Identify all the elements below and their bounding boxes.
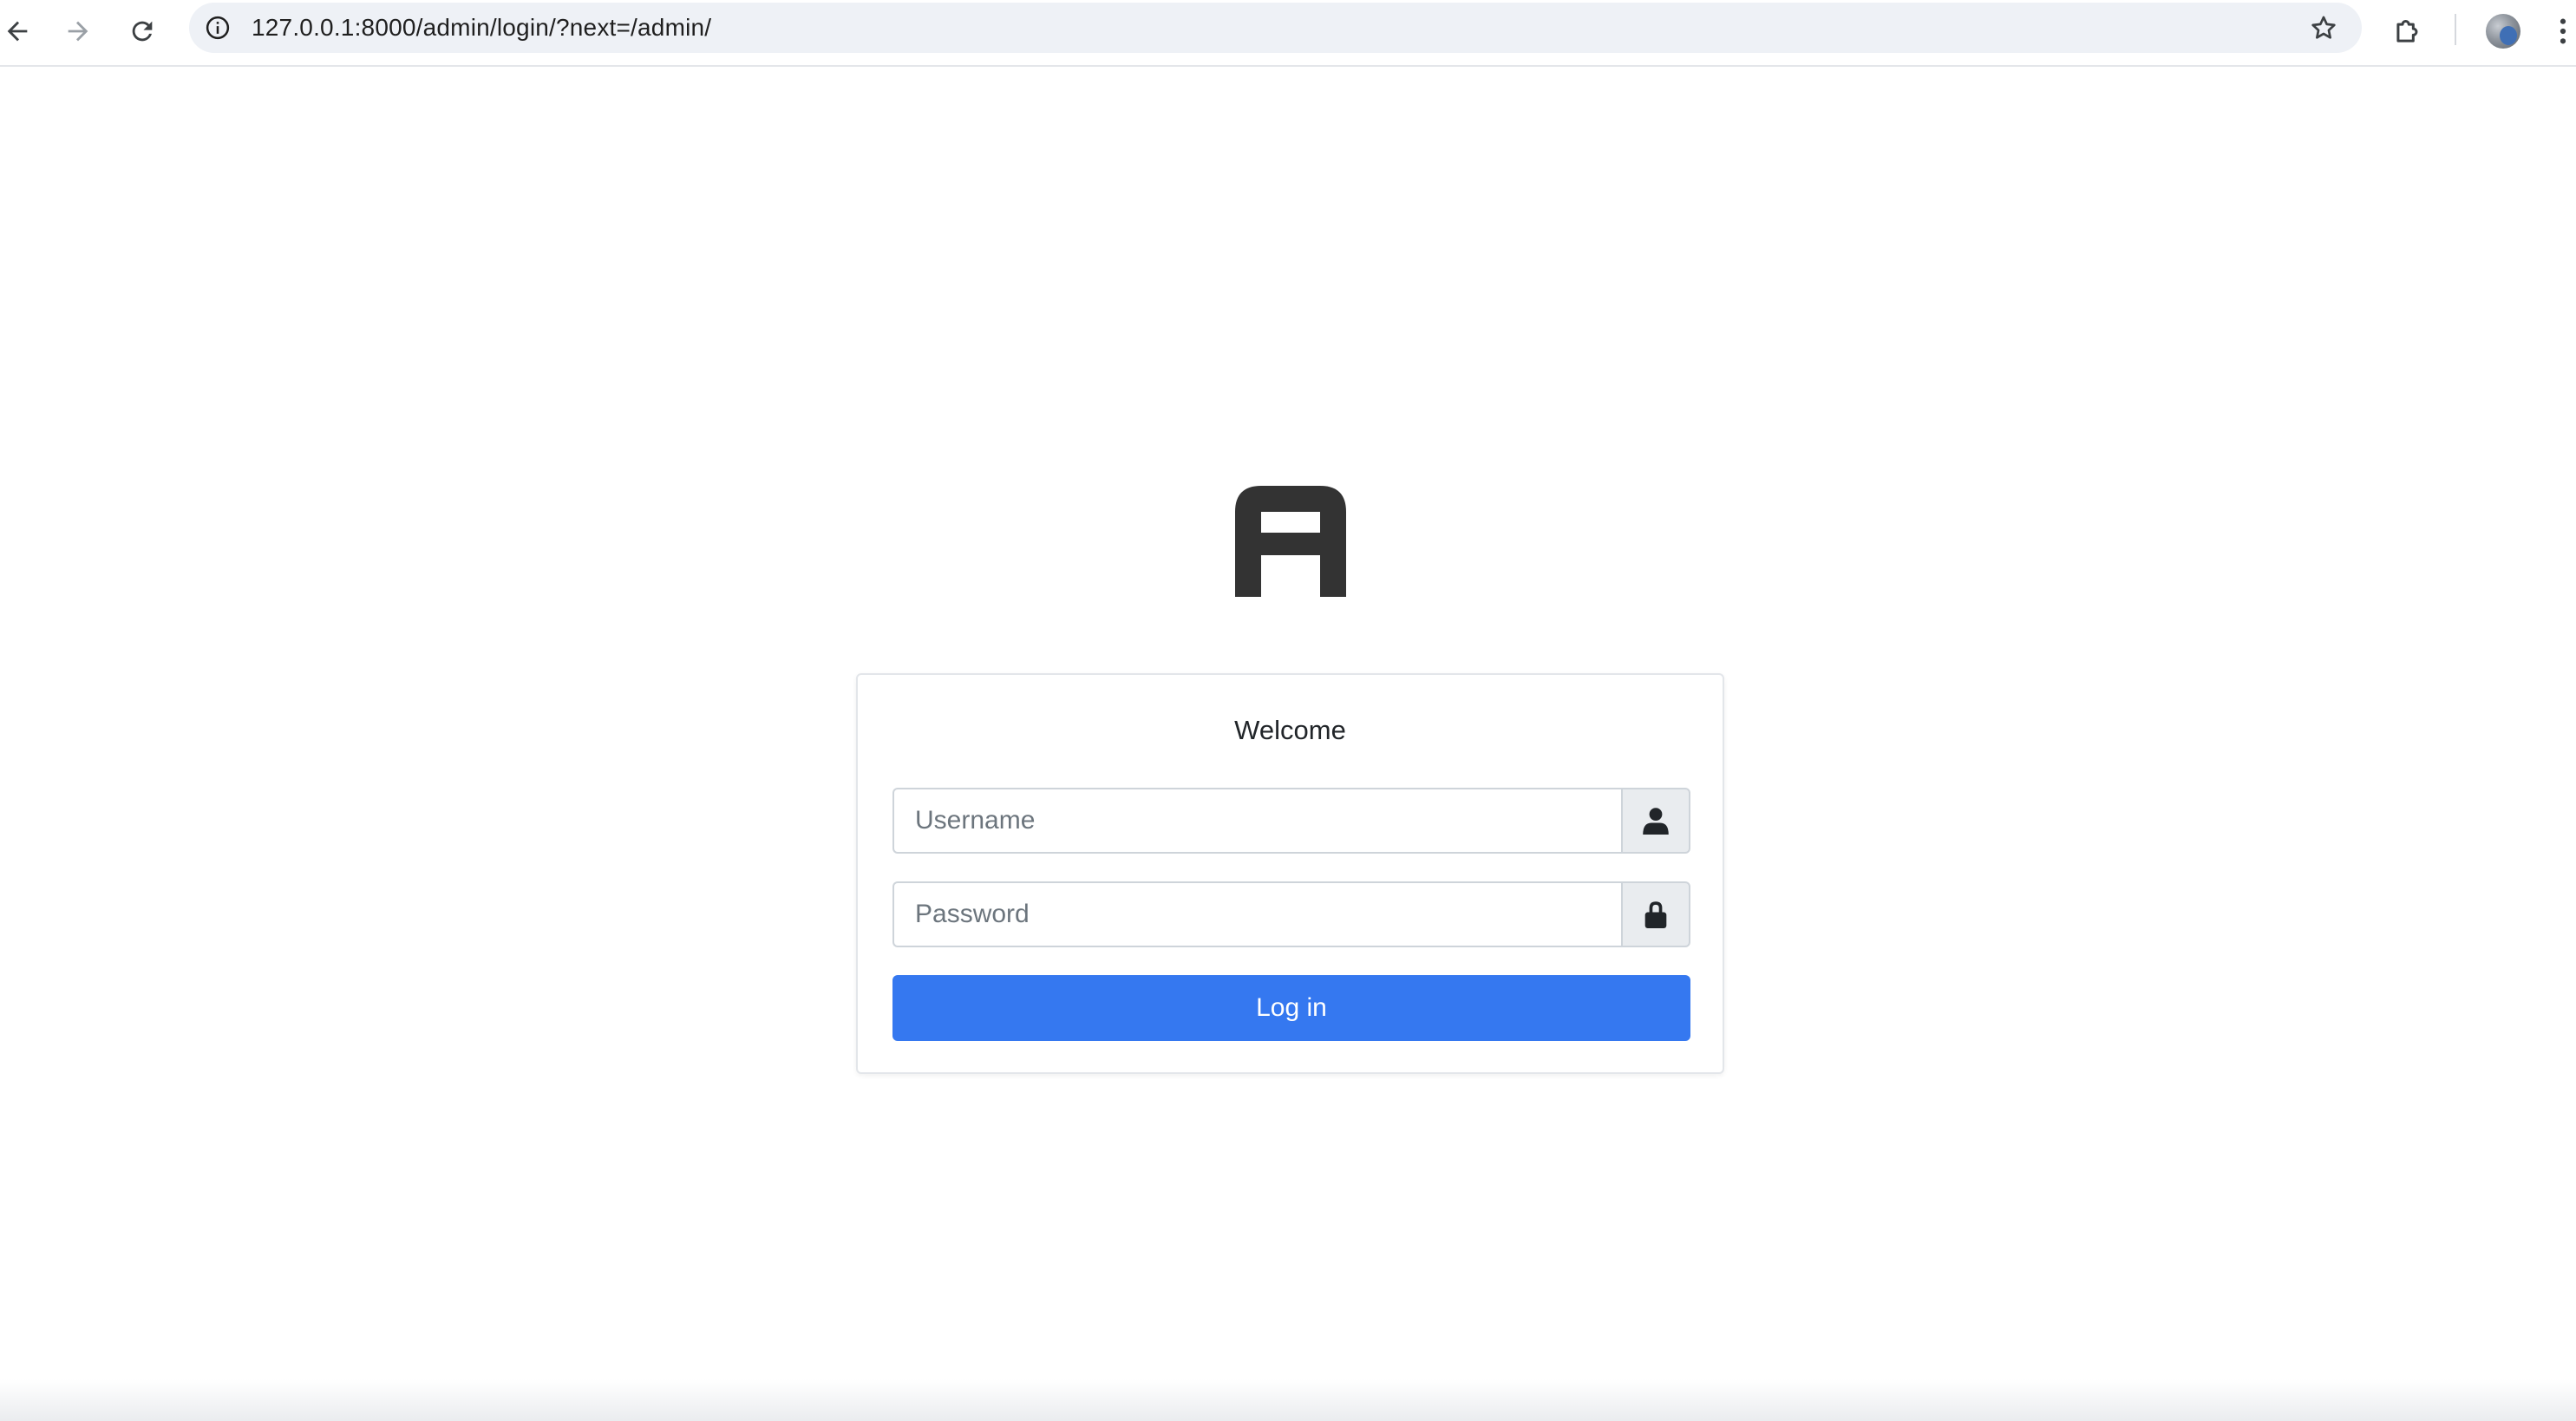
arrow-left-icon xyxy=(7,21,28,42)
extensions-button[interactable] xyxy=(2383,7,2432,56)
toolbar-divider xyxy=(2455,14,2456,45)
password-group xyxy=(892,881,1690,947)
kebab-menu-icon xyxy=(2560,18,2566,44)
lock-icon xyxy=(1644,901,1667,928)
browser-menu-button[interactable] xyxy=(2550,9,2576,54)
browser-toolbar: 127.0.0.1:8000/admin/login/?next=/admin/ xyxy=(0,0,2576,67)
profile-button[interactable] xyxy=(2481,9,2526,54)
letter-a-logo xyxy=(1235,486,1346,597)
password-input[interactable] xyxy=(892,881,1621,947)
user-icon xyxy=(1643,808,1669,835)
reload-icon xyxy=(132,21,153,42)
username-input[interactable] xyxy=(892,788,1621,854)
password-addon xyxy=(1621,881,1690,947)
star-outline-icon xyxy=(2311,16,2336,39)
back-button[interactable] xyxy=(0,7,42,56)
forward-button[interactable] xyxy=(54,7,102,56)
bottom-shade xyxy=(0,1379,2576,1421)
avatar xyxy=(2486,14,2520,49)
site-info-button[interactable] xyxy=(199,10,236,46)
login-button[interactable]: Log in xyxy=(892,975,1690,1041)
address-bar[interactable]: 127.0.0.1:8000/admin/login/?next=/admin/ xyxy=(189,3,2362,53)
username-group xyxy=(892,788,1690,854)
puzzle-icon xyxy=(2396,19,2418,43)
arrow-right-icon xyxy=(68,21,88,42)
login-title: Welcome xyxy=(1234,715,1346,745)
url-text[interactable]: 127.0.0.1:8000/admin/login/?next=/admin/ xyxy=(252,3,711,53)
bookmark-button[interactable] xyxy=(2303,7,2344,49)
reload-button[interactable] xyxy=(118,7,167,56)
info-circle-icon xyxy=(206,16,230,40)
username-addon xyxy=(1621,788,1690,854)
login-card: Welcome Log in xyxy=(856,673,1724,1074)
